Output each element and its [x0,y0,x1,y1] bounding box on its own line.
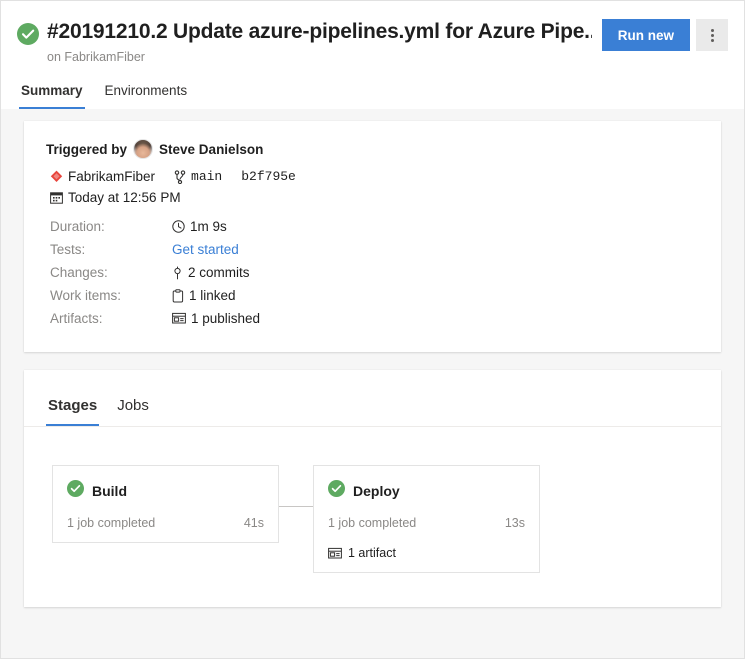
run-date: Today at 12:56 PM [68,190,181,205]
stage-header: Deploy [328,480,525,502]
branch-icon [174,169,186,184]
more-actions-button[interactable] [696,19,728,51]
stage-artifact-text: 1 artifact [348,546,396,560]
more-vertical-icon-dot [710,28,714,32]
azure-repos-icon [50,170,63,184]
repo-name[interactable]: FabrikamFiber [68,169,155,184]
triggered-by-user: Steve Danielson [159,141,264,157]
detail-label-work-items: Work items: [50,288,122,303]
stage-connector [279,506,313,507]
stage-name: Deploy [353,483,400,499]
detail-label-changes: Changes: [50,265,108,280]
work-items-text: 1 linked [189,288,236,303]
pipeline-run-page: #20191210.2 Update azure-pipelines.yml f… [0,0,745,659]
stages-tabs: Stages Jobs [24,370,721,427]
page-subtitle: on FabrikamFiber [47,50,145,64]
stage-meta: 1 job completed 13s [328,516,525,530]
header-title-row: #20191210.2 Update azure-pipelines.yml f… [17,17,728,66]
detail-label-artifacts: Artifacts: [50,311,103,326]
run-date-row: Today at 12:56 PM [50,190,699,205]
page-title: #20191210.2 Update azure-pipelines.yml f… [47,20,592,43]
detail-value-work-items[interactable]: 1 linked [172,284,236,307]
tab-stages[interactable]: Stages [46,392,100,426]
stage-header: Build [67,480,264,502]
commit-hash[interactable]: b2f795e [241,169,296,184]
stage-flow: Build 1 job completed 41s Deploy 1 job c… [52,465,697,573]
clock-icon [172,220,185,233]
stage-duration: 13s [504,516,525,530]
tab-jobs[interactable]: Jobs [115,392,151,426]
header-tabs: Summary Environments [17,78,728,109]
detail-value-changes[interactable]: 2 commits [172,261,250,284]
artifacts-text: 1 published [191,311,261,326]
detail-label-tests: Tests: [50,242,86,257]
detail-value-artifacts[interactable]: 1 published [172,307,260,330]
detail-label-duration: Duration: [50,219,105,234]
triggered-by-row: Triggered by Steve Danielson [46,139,699,159]
tests-get-started-link[interactable]: Get started [172,238,239,261]
stage-name: Build [92,483,127,499]
success-check-icon [67,480,84,502]
stage-card-deploy[interactable]: Deploy 1 job completed 13s 1 artifact [313,465,540,573]
repo-branch-row: FabrikamFiber main b2f795e [50,169,699,184]
title-block: #20191210.2 Update azure-pipelines.yml f… [47,17,602,66]
more-vertical-icon-dot [710,38,714,42]
more-vertical-icon-dot [710,33,714,37]
detail-row-changes: Changes: 2 commits [50,261,699,284]
detail-row-artifacts: Artifacts: 1 published [50,307,699,330]
page-content: Triggered by Steve Danielson FabrikamFib… [1,109,744,607]
page-header: #20191210.2 Update azure-pipelines.yml f… [1,1,744,109]
detail-row-tests: Tests: Get started [50,238,699,261]
stage-duration: 41s [243,516,264,530]
stage-jobs-text: 1 job completed [328,516,417,530]
stage-card-build[interactable]: Build 1 job completed 41s [52,465,279,543]
stage-meta: 1 job completed 41s [67,516,264,530]
success-check-icon [17,23,39,45]
run-summary-card: Triggered by Steve Danielson FabrikamFib… [24,121,721,352]
tab-summary[interactable]: Summary [19,78,85,109]
calendar-icon [50,191,63,204]
triggered-by-label: Triggered by [46,141,128,157]
tab-environments[interactable]: Environments [103,78,190,109]
detail-row-duration: Duration: 1m 9s [50,215,699,238]
header-actions: Run new [601,19,728,51]
changes-text: 2 commits [188,265,250,280]
duration-text: 1m 9s [190,219,227,234]
stage-jobs-text: 1 job completed [67,516,156,530]
run-new-button[interactable]: Run new [601,19,690,51]
user-avatar [133,139,154,159]
detail-value-duration: 1m 9s [172,215,227,238]
branch-name[interactable]: main [191,169,222,184]
stages-card: Stages Jobs Build 1 job completed 41s De… [24,370,721,607]
stages-body: Build 1 job completed 41s Deploy 1 job c… [24,427,721,607]
work-item-icon [172,288,184,303]
stage-artifact-link[interactable]: 1 artifact [328,546,525,560]
detail-row-work-items: Work items: 1 linked [50,284,699,307]
artifact-icon [328,547,342,560]
success-check-icon [328,480,345,502]
artifact-icon [172,312,186,325]
commit-icon [172,266,183,280]
